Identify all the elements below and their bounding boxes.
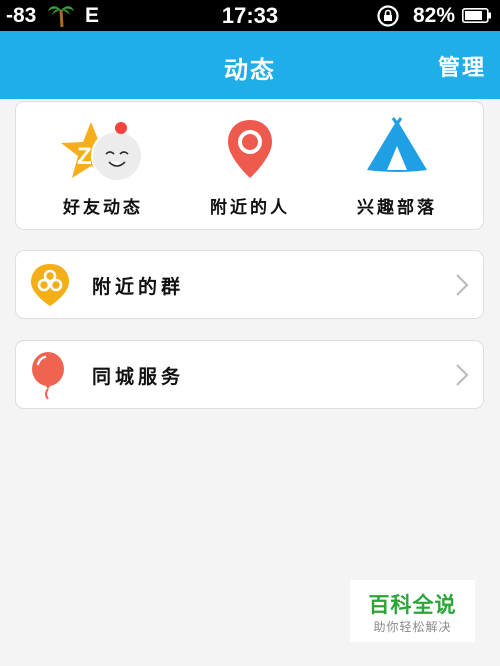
watermark-logo: 百科全说 助你轻松解决 [350, 580, 475, 642]
battery-icon [462, 8, 491, 23]
rotation-lock-icon [377, 5, 399, 27]
quick-item-label: 好友动态 [63, 198, 143, 218]
location-pin-icon [228, 120, 272, 178]
quick-item-friend-feeds[interactable]: Z 好友动态 [33, 102, 173, 229]
tent-icon [367, 117, 427, 172]
battery-percent: 82% [413, 4, 456, 27]
quick-actions-card: Z 好友动态 附近的人 兴趣部落 [15, 101, 484, 230]
quick-item-nearby-people[interactable]: 附近的人 [180, 102, 320, 229]
quick-item-interest-tribe[interactable]: 兴趣部落 [327, 102, 467, 229]
manage-button[interactable]: 管理 [438, 50, 486, 82]
chevron-right-icon [456, 364, 469, 386]
list-item-city-services[interactable]: 同城服务 [15, 340, 484, 409]
watermark-subtitle: 助你轻松解决 [373, 620, 452, 634]
status-bar: -83 E 17:33 82% [0, 0, 500, 31]
nearby-group-icon [31, 264, 69, 306]
nav-header: 动态 管理 [0, 31, 500, 99]
watermark-title: 百科全说 [368, 593, 457, 617]
list-item-nearby-groups[interactable]: 附近的群 [15, 250, 484, 319]
chevron-right-icon [456, 274, 469, 296]
balloon-icon [32, 352, 64, 400]
quick-item-label: 兴趣部落 [357, 198, 437, 218]
page-title: 动态 [224, 56, 276, 84]
svg-text:Z: Z [77, 143, 92, 170]
quick-item-label: 附近的人 [210, 198, 290, 218]
qzone-star-icon: Z [61, 122, 143, 182]
list-item-label: 附近的群 [92, 276, 185, 298]
list-item-label: 同城服务 [92, 366, 185, 388]
